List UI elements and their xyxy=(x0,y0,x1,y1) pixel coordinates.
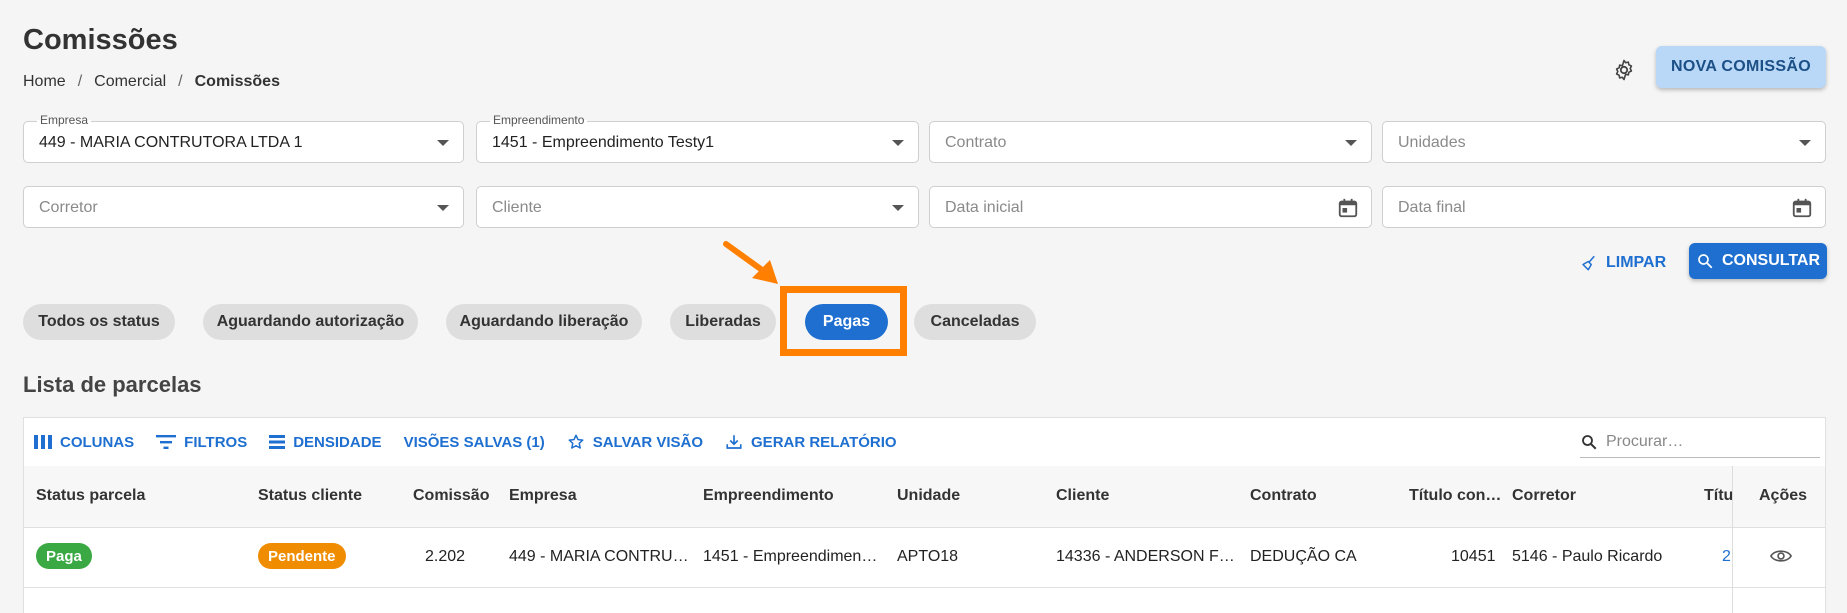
eye-icon[interactable] xyxy=(1770,548,1792,564)
grid-search-placeholder: Procurar… xyxy=(1606,432,1684,450)
empresa-value: 449 - MARIA CONTRUTORA LTDA 1 xyxy=(39,134,303,151)
grid-search-input[interactable]: Procurar… xyxy=(1580,426,1820,458)
clear-label: LIMPAR xyxy=(1606,254,1667,271)
density-label: DENSIDADE xyxy=(293,433,382,451)
empresa-select[interactable]: Empresa 449 - MARIA CONTRUTORA LTDA 1 xyxy=(23,113,464,163)
cell-unidade: APTO18 xyxy=(897,548,959,565)
grid-toolbar: COLUNAS FILTROS DENSIDADE VISÕES SALVAS … xyxy=(24,418,1825,466)
star-icon xyxy=(568,434,584,449)
breadcrumb-comercial[interactable]: Comercial xyxy=(94,73,166,91)
chevron-down-icon[interactable] xyxy=(1345,140,1357,146)
col-corretor[interactable]: Corretor xyxy=(1512,487,1576,505)
filters-label: FILTROS xyxy=(184,433,248,451)
chevron-down-icon[interactable] xyxy=(437,140,449,146)
empreendimento-label: Empreendimento xyxy=(490,113,588,127)
empreendimento-value: 1451 - Empreendimento Testy1 xyxy=(492,134,715,151)
chevron-down-icon[interactable] xyxy=(437,205,449,211)
empresa-label: Empresa xyxy=(37,113,92,127)
grid-header: Status parcela Status cliente Comissão E… xyxy=(24,466,1825,528)
cell-corretor: 5146 - Paulo Ricardo xyxy=(1512,548,1663,565)
col-titulo-con[interactable]: Título con… xyxy=(1409,487,1501,505)
chip-liberadas[interactable]: Liberadas xyxy=(670,304,776,340)
col-acoes: Ações xyxy=(1759,487,1808,504)
page-title: Comissões xyxy=(23,24,178,56)
calendar-icon[interactable] xyxy=(1337,197,1359,219)
chip-canceladas[interactable]: Canceladas xyxy=(914,304,1036,340)
cell-comissao: 2.202 xyxy=(425,548,466,565)
col-titulo[interactable]: Títu xyxy=(1704,487,1733,505)
cell-empresa: 449 - MARIA CONTRU… xyxy=(509,548,689,565)
density-button[interactable]: DENSIDADE xyxy=(269,433,382,451)
contrato-placeholder: Contrato xyxy=(945,134,1007,151)
calendar-icon[interactable] xyxy=(1791,197,1813,219)
gear-icon[interactable] xyxy=(1612,58,1636,82)
filters-button[interactable]: FILTROS xyxy=(156,434,247,451)
unidades-placeholder: Unidades xyxy=(1398,134,1466,151)
breadcrumb-current: Comissões xyxy=(194,73,280,90)
chip-todos-os-status[interactable]: Todos os status xyxy=(23,304,175,340)
pinned-column-divider xyxy=(1732,466,1733,613)
corretor-placeholder: Corretor xyxy=(39,199,98,216)
data-final-field[interactable]: Data final xyxy=(1382,186,1826,228)
chevron-down-icon[interactable] xyxy=(1799,140,1811,146)
save-view-button[interactable]: SALVAR VISÃO xyxy=(567,433,703,451)
data-final-placeholder: Data final xyxy=(1398,199,1466,216)
cell-empreendimento: 1451 - Empreendimen… xyxy=(703,548,878,565)
table-row[interactable]: Paga Pendente 2.202 449 - MARIA CONTRU… … xyxy=(24,528,1825,588)
columns-button[interactable]: COLUNAS xyxy=(34,434,134,451)
col-unidade[interactable]: Unidade xyxy=(897,487,960,505)
contrato-select[interactable]: Contrato xyxy=(929,121,1372,163)
clear-button[interactable]: LIMPAR xyxy=(1580,246,1666,280)
columns-label: COLUNAS xyxy=(60,433,135,451)
columns-icon xyxy=(34,435,52,449)
cliente-select[interactable]: Cliente xyxy=(476,186,919,228)
cliente-placeholder: Cliente xyxy=(492,199,542,216)
status-badge-pendente: Pendente xyxy=(258,543,346,569)
saved-views-button[interactable]: VISÕES SALVAS (1) xyxy=(404,434,545,451)
breadcrumb-separator: / xyxy=(178,73,183,90)
col-status-parcela[interactable]: Status parcela xyxy=(36,487,145,505)
breadcrumb-separator: / xyxy=(77,73,83,90)
filter-icon xyxy=(156,435,177,449)
data-inicial-placeholder: Data inicial xyxy=(945,199,1024,216)
search-icon xyxy=(1582,434,1597,449)
arrow-annotation xyxy=(723,241,778,284)
section-title: Lista de parcelas xyxy=(23,372,202,397)
col-status-cliente[interactable]: Status cliente xyxy=(258,487,362,505)
empreendimento-select[interactable]: Empreendimento 1451 - Empreendimento Tes… xyxy=(476,113,919,163)
chip-aguardando-autorizacao[interactable]: Aguardando autorização xyxy=(203,304,418,340)
col-cliente[interactable]: Cliente xyxy=(1056,487,1109,505)
breadcrumb-home[interactable]: Home xyxy=(23,73,66,91)
density-icon xyxy=(269,435,286,449)
cell-contrato: DEDUÇÃO CA xyxy=(1250,548,1357,565)
chevron-down-icon[interactable] xyxy=(892,205,904,211)
report-button[interactable]: GERAR RELATÓRIO xyxy=(725,433,897,451)
corretor-select[interactable]: Corretor xyxy=(23,186,464,228)
status-badge-paga: Paga xyxy=(36,543,92,569)
data-grid: COLUNAS FILTROS DENSIDADE VISÕES SALVAS … xyxy=(23,417,1826,613)
search-icon xyxy=(1698,254,1713,269)
unidades-select[interactable]: Unidades xyxy=(1382,121,1826,163)
cell-cliente: 14336 - ANDERSON F… xyxy=(1056,548,1235,565)
report-label: GERAR RELATÓRIO xyxy=(751,433,897,451)
download-icon xyxy=(726,435,742,449)
col-empresa[interactable]: Empresa xyxy=(509,487,577,505)
highlight-box xyxy=(780,286,907,356)
broom-icon xyxy=(1582,255,1595,271)
search-label: CONSULTAR xyxy=(1721,252,1821,269)
col-empreendimento[interactable]: Empreendimento xyxy=(703,487,834,505)
save-view-label: SALVAR VISÃO xyxy=(592,433,704,451)
chip-aguardando-liberacao[interactable]: Aguardando liberação xyxy=(446,304,642,340)
cell-titulo-con: 10451 xyxy=(1451,548,1496,565)
cell-titulo-link[interactable]: 2 xyxy=(1722,548,1731,566)
breadcrumb: Home / Comercial / Comissões xyxy=(23,73,280,91)
col-contrato[interactable]: Contrato xyxy=(1250,487,1317,505)
col-comissao[interactable]: Comissão xyxy=(413,487,489,505)
new-commission-button[interactable]: NOVA COMISSÃO xyxy=(1656,46,1826,88)
search-button[interactable]: CONSULTAR xyxy=(1689,243,1827,279)
saved-views-label: VISÕES SALVAS (1) xyxy=(403,433,545,451)
chevron-down-icon[interactable] xyxy=(892,140,904,146)
data-inicial-field[interactable]: Data inicial xyxy=(929,186,1372,228)
